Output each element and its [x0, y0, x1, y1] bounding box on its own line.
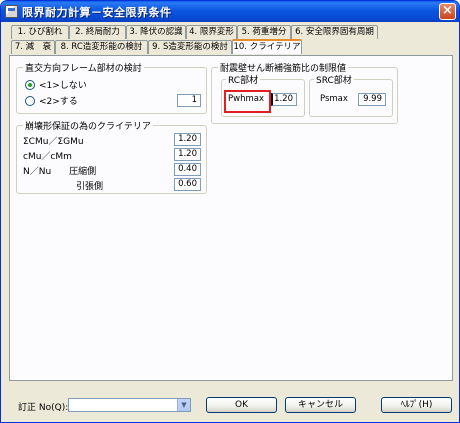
tab-natural-period[interactable]: 6. 安全限界固有周期	[291, 25, 378, 39]
pwhmax-input[interactable]: 1.20	[271, 93, 297, 106]
revision-combo[interactable]: ▼	[68, 398, 191, 412]
frame-check-group: 直交方向フレーム部材の検討 <1>しない <2>する 1	[16, 61, 207, 114]
radio-do-check[interactable]: <2>する	[25, 94, 78, 107]
sum-cmu-gmu-label: ΣCMu／ΣGMu	[23, 137, 84, 147]
tab-load-increment[interactable]: 5. 荷重増分	[237, 25, 291, 39]
sum-cmu-gmu-input[interactable]: 1.20	[174, 133, 201, 146]
radio-no-check-label: <1>しない	[39, 81, 87, 91]
ok-button[interactable]: OK	[206, 397, 277, 413]
tab-rc-deformation[interactable]: 8. RC造変形能の検討	[55, 40, 148, 54]
tab-cracking[interactable]: 1. ひび割れ	[11, 25, 69, 39]
radio-do-check-label: <2>する	[39, 97, 78, 107]
highlight-box	[224, 90, 271, 113]
chevron-down-icon[interactable]: ▼	[177, 399, 190, 411]
shear-wall-limit-group: 耐震壁せん断補強筋比の制限値 RC部材 Pwhmax 1.20 SRC部材 Ps…	[211, 61, 398, 124]
tab-s-deformation[interactable]: 9. S造変形能の検討	[148, 40, 232, 54]
cmu-cmm-input[interactable]: 1.20	[174, 148, 201, 161]
dialog-window: 限界耐力計算－安全限界条件 × 1. ひび割れ 2. 終局耐力 3. 降伏の認識…	[0, 0, 460, 423]
tab-limit-deformation[interactable]: 4. 限界変形	[186, 25, 237, 39]
tab-yield-recognition[interactable]: 3. 降伏の認識	[126, 25, 186, 39]
psmax-label: Psmax	[320, 94, 348, 104]
frame-count-input[interactable]: 1	[177, 94, 201, 107]
radio-button[interactable]	[25, 95, 35, 106]
frame-check-title: 直交方向フレーム部材の検討	[23, 61, 144, 74]
cmu-cmm-label: cMu／cMm	[23, 152, 72, 162]
src-member-title: SRC部材	[314, 73, 354, 86]
title-bar[interactable]: 限界耐力計算－安全限界条件 ×	[1, 1, 459, 22]
close-button[interactable]: ×	[439, 3, 456, 20]
n-nu-tension-label: 引張側	[76, 182, 104, 192]
n-nu-tension-input[interactable]: 0.60	[174, 178, 201, 191]
tab-ultimate-strength[interactable]: 2. 終局耐力	[69, 25, 126, 39]
tab-criteria[interactable]: 10. クライテリア	[232, 39, 302, 54]
revision-label: 訂正 No(Q):	[18, 403, 69, 413]
collapse-criteria-title: 崩壊形保証の為のクライテリア	[23, 119, 153, 132]
tab-panel: 直交方向フレーム部材の検討 <1>しない <2>する 1 崩壊形保証の為のクライ…	[9, 55, 453, 381]
window-title: 限界耐力計算－安全限界条件	[22, 5, 172, 19]
tab-damping[interactable]: 7. 減 衰	[11, 40, 55, 54]
collapse-criteria-group: 崩壊形保証の為のクライテリア ΣCMu／ΣGMu 1.20 cMu／cMm 1.…	[16, 119, 207, 194]
n-nu-compression-input[interactable]: 0.40	[174, 163, 201, 176]
cancel-button[interactable]: キャンセル	[285, 397, 356, 413]
rc-member-title: RC部材	[226, 73, 261, 86]
psmax-input[interactable]: 9.99	[358, 93, 386, 106]
help-button[interactable]: ﾍﾙﾌﾟ(H)	[381, 397, 452, 413]
radio-button-checked[interactable]	[25, 79, 35, 90]
radio-no-check[interactable]: <1>しない	[25, 78, 87, 91]
src-member-group: SRC部材 Psmax 9.99	[309, 73, 393, 117]
n-nu-compression-label: N／Nu 圧縮側	[23, 167, 97, 177]
app-icon	[5, 5, 18, 18]
